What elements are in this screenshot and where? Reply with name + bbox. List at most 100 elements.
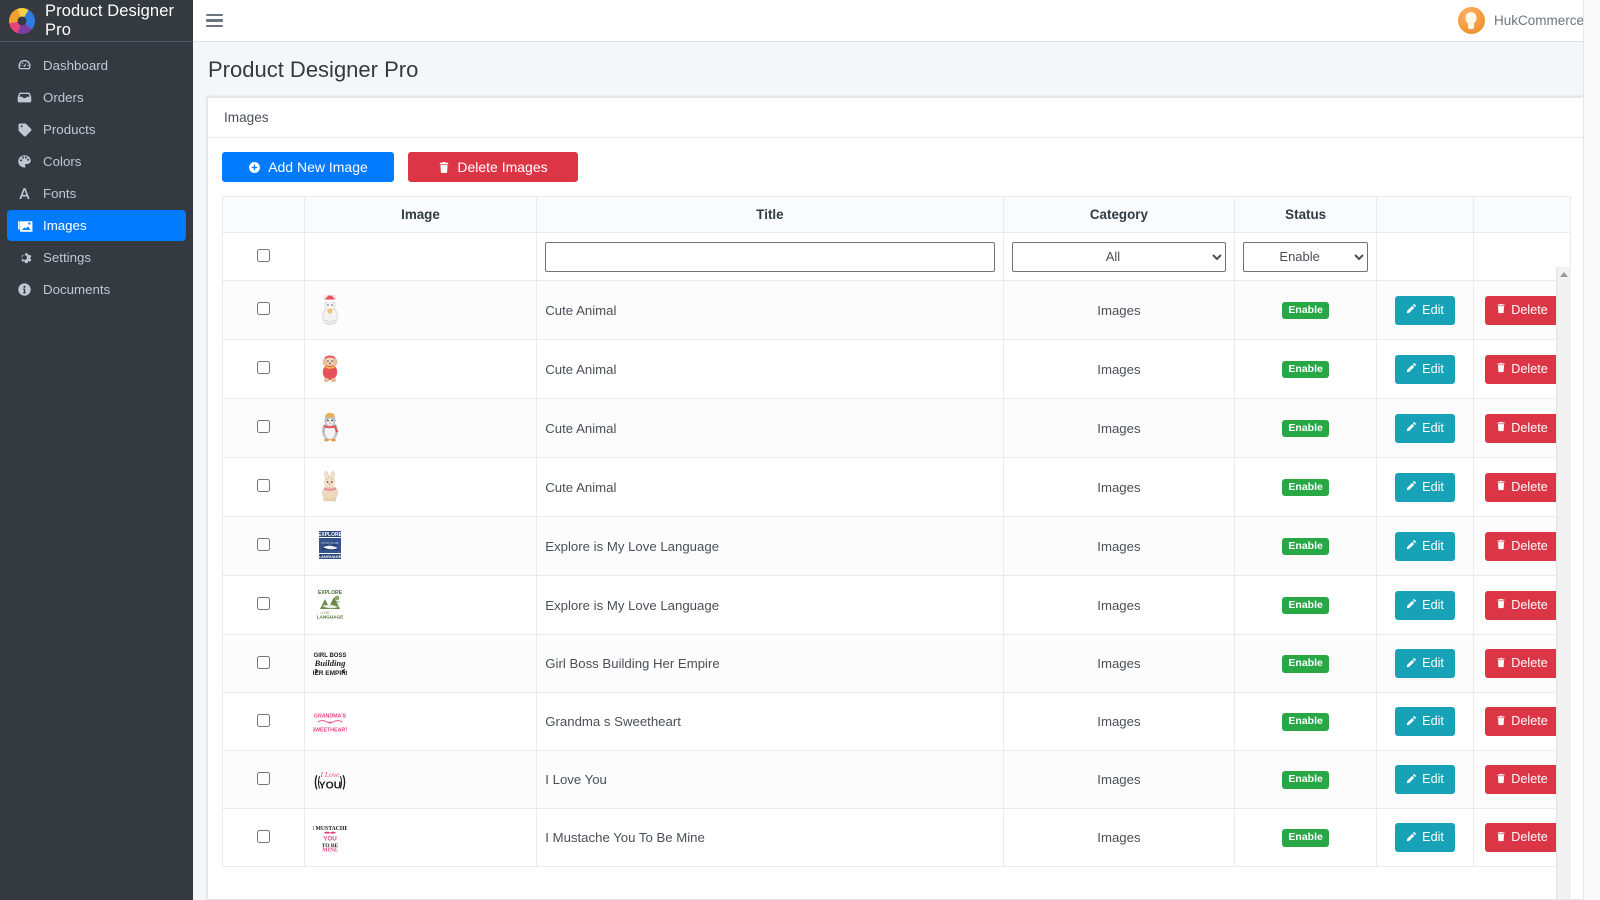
delete-button[interactable]: Delete (1485, 532, 1558, 561)
add-new-image-label: Add New Image (268, 160, 368, 174)
brand-header[interactable]: Product Designer Pro (0, 0, 193, 42)
column-header-title: Title (537, 197, 1003, 233)
delete-button[interactable]: Delete (1485, 473, 1558, 502)
page-title: Product Designer Pro (208, 57, 1578, 83)
delete-button[interactable]: Delete (1485, 591, 1558, 620)
filter-category-cell: All (1003, 233, 1235, 281)
sidebar-item-colors[interactable]: Colors (7, 146, 186, 177)
edit-button[interactable]: Edit (1395, 765, 1455, 794)
row-select-checkbox[interactable] (257, 420, 270, 433)
edit-button[interactable]: Edit (1395, 296, 1455, 325)
page-vertical-scrollbar[interactable] (1583, 0, 1600, 900)
delete-button[interactable]: Delete (1485, 296, 1558, 325)
trash-icon (1496, 539, 1506, 553)
row-select-checkbox[interactable] (257, 656, 270, 669)
row-title: I Love You (537, 751, 1003, 809)
trash-icon (1496, 421, 1506, 435)
row-select-checkbox[interactable] (257, 597, 270, 610)
images-table: Image Title Category Status (222, 196, 1571, 867)
row-select-checkbox[interactable] (257, 714, 270, 727)
row-title: Cute Animal (537, 340, 1003, 399)
edit-button[interactable]: Edit (1395, 591, 1455, 620)
sidebar-item-orders[interactable]: Orders (7, 82, 186, 113)
svg-text:I Love: I Love (319, 770, 340, 779)
edit-button[interactable]: Edit (1395, 823, 1455, 852)
row-category: Images (1003, 399, 1235, 458)
row-select-checkbox[interactable] (257, 830, 270, 843)
table-row[interactable]: EXPLORE IS MY LOVE LANGUAGE (223, 517, 1571, 576)
sidebar-item-dashboard[interactable]: Dashboard (7, 50, 186, 81)
delete-button[interactable]: Delete (1485, 355, 1558, 384)
pencil-icon (1406, 539, 1417, 553)
lightbulb-avatar-icon (1458, 7, 1485, 34)
filter-status-cell: Enable (1235, 233, 1377, 281)
row-title: Cute Animal (537, 281, 1003, 340)
trash-icon (1496, 598, 1506, 612)
delete-button[interactable]: Delete (1485, 649, 1558, 678)
rabbit-santa-hat-thumb (313, 291, 347, 327)
edit-label: Edit (1422, 422, 1444, 435)
table-row[interactable]: Cute Animal Images Enable Edit (223, 399, 1571, 458)
trash-icon (1496, 773, 1506, 787)
edit-label: Edit (1422, 481, 1444, 494)
table-row[interactable]: I Love YOU (223, 751, 1571, 809)
sidebar-item-products[interactable]: Products (7, 114, 186, 145)
table-vertical-scrollbar[interactable] (1556, 267, 1571, 899)
edit-button[interactable]: Edit (1395, 532, 1455, 561)
row-select-checkbox[interactable] (257, 538, 270, 551)
edit-button[interactable]: Edit (1395, 473, 1455, 502)
category-filter-select[interactable]: All (1012, 242, 1227, 272)
row-title: Girl Boss Building Her Empire (537, 635, 1003, 693)
sidebar-item-documents[interactable]: Documents (7, 274, 186, 305)
table-row[interactable]: Cute Animal Images Enable Edit (223, 458, 1571, 517)
user-menu[interactable]: HukCommerce (1458, 7, 1584, 34)
delete-button[interactable]: Delete (1485, 414, 1558, 443)
delete-button[interactable]: Delete (1485, 707, 1558, 736)
trash-icon (1496, 715, 1506, 729)
delete-button[interactable]: Delete (1485, 765, 1558, 794)
status-badge: Enable (1282, 420, 1328, 437)
scroll-up-arrow-icon[interactable] (1557, 267, 1571, 282)
edit-button[interactable]: Edit (1395, 707, 1455, 736)
bunny-pink-scarf-thumb (313, 468, 347, 504)
edit-button[interactable]: Edit (1395, 355, 1455, 384)
status-filter-select[interactable]: Enable (1243, 242, 1368, 272)
table-row[interactable]: I MUSTACHE YOU TO BE MINE (223, 809, 1571, 867)
table-row[interactable]: EXPLORE IS MY LOVE LANGUAGE (223, 576, 1571, 635)
table-toolbar: Add New Image Delete Images (222, 152, 1571, 182)
sidebar-item-label: Orders (43, 89, 84, 106)
column-header-category: Category (1003, 197, 1235, 233)
delete-label: Delete (1511, 304, 1547, 317)
status-badge: Enable (1282, 771, 1328, 788)
row-select-checkbox[interactable] (257, 302, 270, 315)
row-title: Grandma s Sweetheart (537, 693, 1003, 751)
row-select-checkbox[interactable] (257, 772, 270, 785)
delete-button[interactable]: Delete (1485, 823, 1558, 852)
status-badge: Enable (1282, 597, 1328, 614)
row-select-checkbox[interactable] (257, 361, 270, 374)
sidebar-item-fonts[interactable]: Fonts (7, 178, 186, 209)
delete-label: Delete (1511, 657, 1547, 670)
column-header-image: Image (304, 197, 537, 233)
table-row[interactable]: GRANDMA'S SWEETHEART Grandma s Sweethear… (223, 693, 1571, 751)
delete-label: Delete (1511, 363, 1547, 376)
table-row[interactable]: GIRL BOSS Building HER EMPIRE (223, 635, 1571, 693)
table-row[interactable]: Cute Animal Images Enable Edit (223, 340, 1571, 399)
add-new-image-button[interactable]: Add New Image (222, 152, 394, 182)
edit-button[interactable]: Edit (1395, 649, 1455, 678)
row-select-checkbox[interactable] (257, 479, 270, 492)
delete-images-button[interactable]: Delete Images (408, 152, 578, 182)
title-filter-input[interactable] (545, 242, 994, 272)
select-all-checkbox[interactable] (257, 249, 270, 262)
svg-text:IS MY LOVE: IS MY LOVE (321, 541, 338, 545)
sidebar-item-images[interactable]: Images (7, 210, 186, 241)
column-header-status: Status (1235, 197, 1377, 233)
pencil-icon (1406, 773, 1417, 787)
edit-button[interactable]: Edit (1395, 414, 1455, 443)
table-row[interactable]: Cute Animal Images Enable Edit (223, 281, 1571, 340)
row-category: Images (1003, 281, 1235, 340)
sidebar-item-settings[interactable]: Settings (7, 242, 186, 273)
hamburger-icon[interactable] (206, 14, 223, 27)
column-header-delete (1474, 197, 1571, 233)
delete-label: Delete (1511, 831, 1547, 844)
